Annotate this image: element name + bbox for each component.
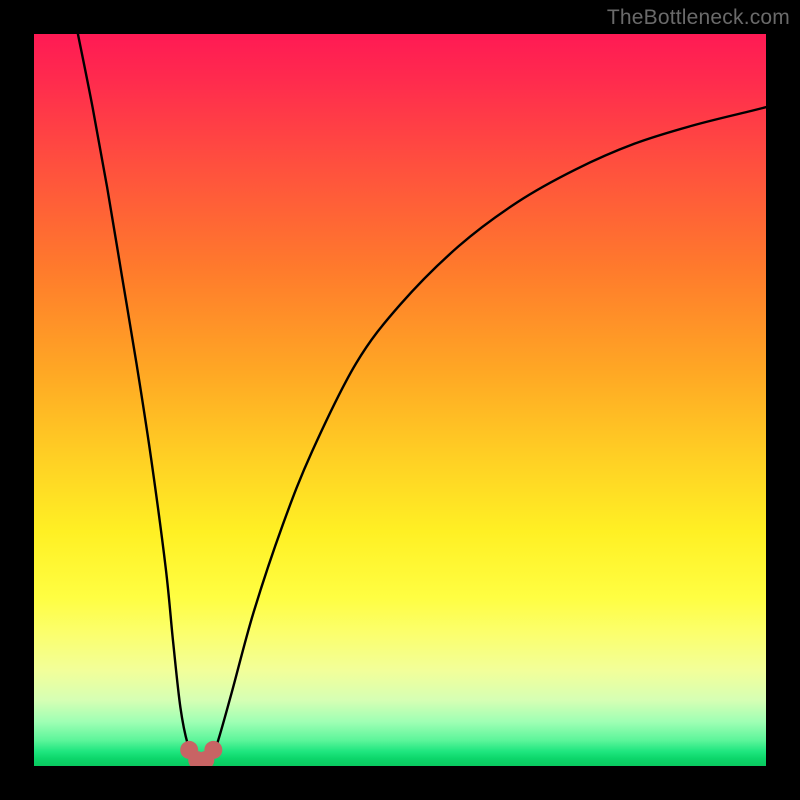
plot-area: [34, 34, 766, 766]
curve-svg: [34, 34, 766, 766]
watermark-text: TheBottleneck.com: [607, 6, 790, 30]
chart-frame: TheBottleneck.com: [0, 0, 800, 800]
valley-markers: [180, 741, 222, 766]
valley-right: [204, 741, 222, 759]
bottleneck-curve: [78, 34, 766, 762]
